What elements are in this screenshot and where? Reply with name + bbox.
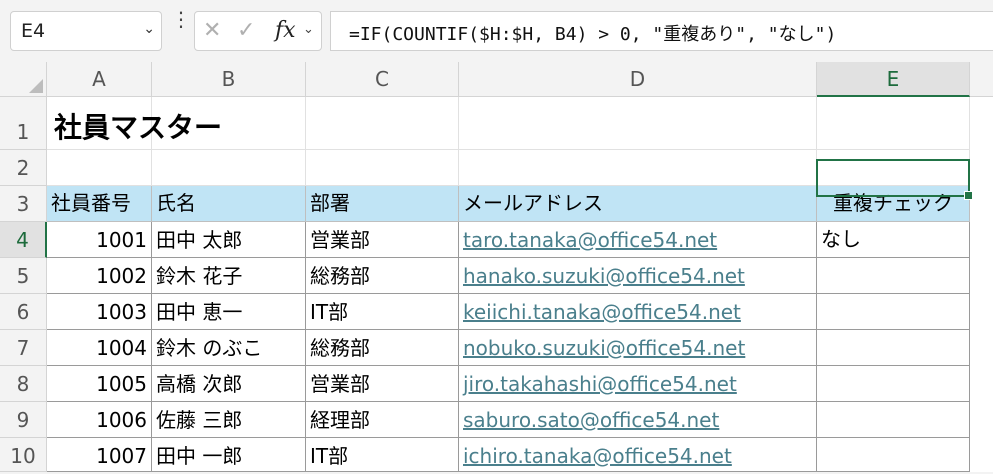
cell-name[interactable]: 田中 太郎 [152, 222, 306, 258]
cell-dept[interactable]: 経理部 [306, 402, 459, 438]
sheet-title: 社員マスター [54, 111, 223, 144]
cancel-icon[interactable]: ✕ [203, 18, 221, 43]
cell-id[interactable]: 1001 [47, 222, 152, 258]
cell-name[interactable]: 鈴木 のぶこ [152, 330, 306, 366]
row-header-5[interactable]: 5 [0, 258, 47, 294]
spreadsheet-grid: A B C D E 1 2 3 4 5 6 7 8 9 10 社員マスター 社員… [0, 62, 993, 472]
chevron-down-icon[interactable]: ⌄ [303, 22, 314, 37]
cell-email[interactable]: hanako.suzuki@office54.net [459, 258, 817, 294]
cell-check[interactable]: なし [817, 222, 970, 258]
cell-b2[interactable] [152, 150, 306, 186]
active-cell-outline[interactable] [816, 159, 973, 200]
cell-id[interactable]: 1007 [47, 438, 152, 472]
insert-function-icon[interactable]: fx [275, 18, 296, 43]
cell-email[interactable]: nobuko.suzuki@office54.net [459, 330, 817, 366]
cell-name[interactable]: 佐藤 三郎 [152, 402, 306, 438]
cell-id[interactable]: 1006 [47, 402, 152, 438]
formula-input[interactable]: =IF(COUNTIF($H:$H, B4) > 0, "重複あり", "なし"… [330, 11, 993, 51]
row-header-1[interactable]: 1 [0, 97, 47, 150]
cell-dept[interactable]: 総務部 [306, 258, 459, 294]
cell-email[interactable]: taro.tanaka@office54.net [459, 222, 817, 258]
cell-email[interactable]: jiro.takahashi@office54.net [459, 366, 817, 402]
name-box-value: E4 [21, 20, 46, 42]
cell-id[interactable]: 1005 [47, 366, 152, 402]
row-header-10[interactable]: 10 [0, 438, 47, 472]
cell-email[interactable]: ichiro.tanaka@office54.net [459, 438, 817, 472]
formula-bar: E4 ⌄ ⋮ ✕ ✓ fx ⌄ =IF(COUNTIF($H:$H, B4) >… [0, 0, 993, 62]
column-header-f[interactable] [970, 62, 993, 97]
cell-name[interactable]: 田中 恵一 [152, 294, 306, 330]
cell-dept[interactable]: IT部 [306, 294, 459, 330]
cell-id[interactable]: 1003 [47, 294, 152, 330]
cell-check[interactable] [817, 438, 970, 472]
cell-name[interactable]: 鈴木 花子 [152, 258, 306, 294]
cell-d1[interactable] [459, 97, 817, 150]
email-link[interactable]: jiro.takahashi@office54.net [463, 372, 737, 396]
cell-e1[interactable] [817, 97, 970, 150]
column-header-a[interactable]: A [47, 62, 152, 97]
cell-c2[interactable] [306, 150, 459, 186]
more-options-icon[interactable]: ⋮ [171, 9, 191, 29]
formula-text: =IF(COUNTIF($H:$H, B4) > 0, "重複あり", "なし"… [349, 24, 837, 45]
row-header-6[interactable]: 6 [0, 294, 47, 330]
email-link[interactable]: hanako.suzuki@office54.net [463, 264, 745, 288]
row-header-7[interactable]: 7 [0, 330, 47, 366]
row-header-9[interactable]: 9 [0, 402, 47, 438]
cell-email[interactable]: keiichi.tanaka@office54.net [459, 294, 817, 330]
column-header-b[interactable]: B [152, 62, 306, 97]
cell-id[interactable]: 1002 [47, 258, 152, 294]
cell-check[interactable] [817, 330, 970, 366]
check-icon[interactable]: ✓ [237, 18, 255, 43]
cell-check[interactable] [817, 366, 970, 402]
header-email[interactable]: メールアドレス [459, 186, 817, 222]
cell-dept[interactable]: 総務部 [306, 330, 459, 366]
email-link[interactable]: saburo.sato@office54.net [463, 408, 719, 432]
email-link[interactable]: nobuko.suzuki@office54.net [463, 336, 745, 360]
header-department[interactable]: 部署 [306, 186, 459, 222]
name-box[interactable]: E4 ⌄ [10, 11, 162, 51]
header-employee-id[interactable]: 社員番号 [47, 186, 152, 222]
row-header-4[interactable]: 4 [0, 222, 47, 258]
row-header-2[interactable]: 2 [0, 150, 47, 186]
cell-check[interactable] [817, 402, 970, 438]
cell-name[interactable]: 田中 一郎 [152, 438, 306, 472]
column-header-e[interactable]: E [817, 62, 970, 97]
cell-name[interactable]: 高橋 次郎 [152, 366, 306, 402]
email-link[interactable]: ichiro.tanaka@office54.net [463, 444, 732, 468]
cell-dept[interactable]: 営業部 [306, 366, 459, 402]
fill-handle[interactable] [964, 191, 973, 200]
cell-check[interactable] [817, 258, 970, 294]
column-header-c[interactable]: C [306, 62, 459, 97]
column-header-d[interactable]: D [459, 62, 817, 97]
email-link[interactable]: taro.tanaka@office54.net [463, 228, 717, 252]
cell-a2[interactable] [47, 150, 152, 186]
cell-check[interactable] [817, 294, 970, 330]
email-link[interactable]: keiichi.tanaka@office54.net [463, 300, 741, 324]
header-name[interactable]: 氏名 [152, 186, 306, 222]
cell-id[interactable]: 1004 [47, 330, 152, 366]
row-header-3[interactable]: 3 [0, 186, 47, 222]
cell-c1[interactable] [306, 97, 459, 150]
formula-controls: ✕ ✓ fx ⌄ [194, 11, 322, 51]
cell-dept[interactable]: IT部 [306, 438, 459, 472]
select-all-button[interactable] [0, 62, 47, 97]
cell-email[interactable]: saburo.sato@office54.net [459, 402, 817, 438]
row-header-8[interactable]: 8 [0, 366, 47, 402]
cell-dept[interactable]: 営業部 [306, 222, 459, 258]
chevron-down-icon[interactable]: ⌄ [143, 21, 155, 37]
cell-d2[interactable] [459, 150, 817, 186]
